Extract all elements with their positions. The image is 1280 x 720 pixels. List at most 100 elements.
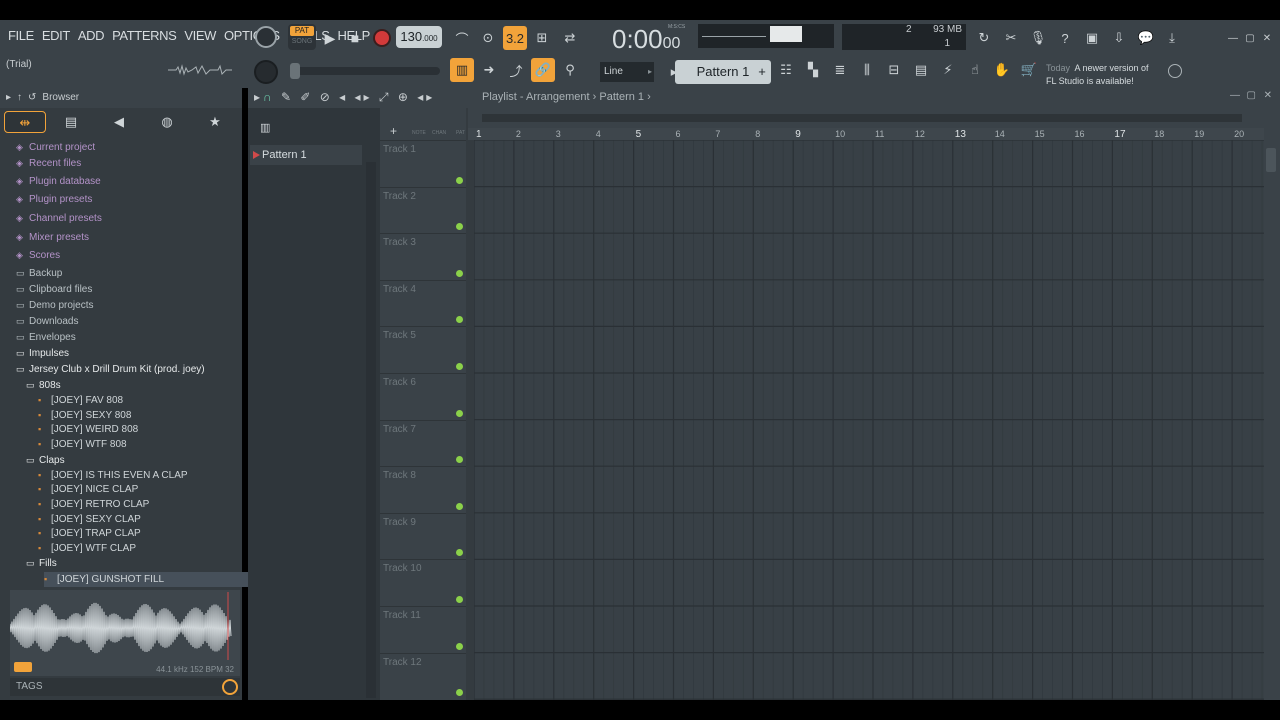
- sample-item[interactable]: ▪ [JOEY] NICE CLAP: [38, 482, 138, 497]
- time-ruler[interactable]: 1 2 3 4 5 6 7 8 9 10 11 12 13 14 15 16 17 18 19 20: [468, 128, 1264, 140]
- track-header[interactable]: Track 12: [380, 652, 466, 700]
- sample-item[interactable]: ▪ [JOEY] WEIRD 808: [38, 422, 138, 437]
- browser-folder[interactable]: ◈ Current project: [16, 140, 95, 155]
- search-icon[interactable]: [222, 679, 238, 695]
- browser-folder[interactable]: ▭ Fills: [26, 556, 57, 571]
- news-panel[interactable]: Today A newer version of FL Studio is av…: [1046, 58, 1166, 86]
- record-button[interactable]: [370, 26, 394, 50]
- tab-audio[interactable]: ◀: [98, 111, 140, 133]
- globe-icon[interactable]: [1168, 64, 1182, 78]
- track-header[interactable]: Track 4: [380, 279, 466, 327]
- sample-preview[interactable]: 44.1 kHz 152 BPM 32: [9, 590, 240, 676]
- blend-notes-button[interactable]: ⇄: [558, 26, 582, 50]
- track-header[interactable]: Track 8: [380, 466, 466, 513]
- browser-folder[interactable]: ▭ Envelopes: [16, 330, 76, 345]
- project-button[interactable]: ▤: [909, 58, 933, 82]
- track-header[interactable]: Track 9: [380, 512, 466, 560]
- tab-all[interactable]: ⇹: [4, 111, 46, 133]
- snap-selector[interactable]: Line ▸: [600, 62, 654, 82]
- browser-folder[interactable]: ▭ 808s: [26, 378, 61, 393]
- track-mute-led[interactable]: [456, 689, 463, 697]
- browser-folder[interactable]: ▭ Demo projects: [16, 298, 93, 313]
- track-mute-led[interactable]: [456, 595, 463, 603]
- track-header[interactable]: Track 7: [380, 419, 466, 467]
- browser-folder[interactable]: ◈ Recent files: [16, 156, 81, 171]
- playlist-window-button[interactable]: ☷: [774, 58, 798, 82]
- sample-item[interactable]: ▪ [JOEY] TRAP CLAP: [38, 526, 141, 541]
- pattern-list-scrollbar[interactable]: [366, 162, 376, 698]
- sample-item[interactable]: ▪ [JOEY] RETRO CLAP: [38, 497, 149, 512]
- track-header[interactable]: Track 10: [380, 559, 466, 606]
- track-header[interactable]: Track 3: [380, 233, 466, 280]
- help-button[interactable]: ?: [1053, 26, 1077, 50]
- tempo-display[interactable]: 130.000: [396, 26, 442, 48]
- draw-tool-button[interactable]: ⤴: [504, 58, 528, 82]
- collapse-icon[interactable]: ▸: [6, 92, 11, 103]
- scroll-track[interactable]: [482, 114, 1242, 122]
- browser-folder[interactable]: ◈ Plugin database: [16, 174, 101, 189]
- browser-folder[interactable]: ◈ Plugin presets: [16, 192, 92, 207]
- tutorial-button[interactable]: ✋: [990, 58, 1014, 82]
- piano-roll-window-button[interactable]: ▚: [801, 58, 825, 82]
- plugin-picker-button[interactable]: ⚡: [936, 58, 960, 82]
- menu-file[interactable]: FILE: [4, 28, 38, 43]
- main-volume-knob[interactable]: [254, 60, 278, 84]
- pat-song-toggle[interactable]: PAT SONG: [288, 24, 316, 50]
- track-mute-led[interactable]: [456, 176, 463, 184]
- step-edit-button[interactable]: ⊞: [530, 26, 554, 50]
- track-header[interactable]: Track 6: [380, 373, 466, 420]
- maximize-button[interactable]: ▢: [1243, 32, 1257, 46]
- sample-item[interactable]: ▪ [JOEY] WTF 808: [38, 437, 127, 452]
- track-mute-led[interactable]: [456, 269, 463, 277]
- playlist-close[interactable]: ✕: [1264, 90, 1272, 101]
- loop-toggle[interactable]: [14, 662, 32, 672]
- menu-patterns[interactable]: PATTERNS: [108, 28, 180, 43]
- sample-item[interactable]: ▪ [JOEY] SEXY 808: [38, 408, 131, 423]
- horizontal-scrollbar[interactable]: [468, 108, 1264, 128]
- playlist-grid[interactable]: [474, 140, 1264, 700]
- browser-folder[interactable]: ▭ Clipboard files: [16, 282, 92, 297]
- chat-button[interactable]: 💬: [1134, 26, 1158, 50]
- browser-folder[interactable]: ◈ Mixer presets: [16, 230, 89, 245]
- minimize-button[interactable]: —: [1226, 32, 1240, 46]
- save-button[interactable]: ▣: [1080, 26, 1104, 50]
- track-mute-led[interactable]: [456, 456, 463, 464]
- track-mute-led[interactable]: [456, 409, 463, 417]
- back-icon[interactable]: ↺: [28, 92, 36, 103]
- track-header[interactable]: Track 11: [380, 606, 466, 653]
- track-mute-led[interactable]: [456, 316, 463, 324]
- vertical-scroll-thumb[interactable]: [1266, 148, 1276, 172]
- track-header[interactable]: Track 5: [380, 326, 466, 373]
- sample-item[interactable]: ▪ [JOEY] FAV 808: [38, 393, 123, 408]
- browser-folder[interactable]: ▭ Impulses: [16, 346, 69, 361]
- shop-button[interactable]: 🛒: [1017, 58, 1041, 82]
- slider-handle[interactable]: [290, 63, 300, 79]
- browser-folder[interactable]: ▭ Jersey Club x Drill Drum Kit (prod. joe…: [16, 362, 205, 377]
- add-track-icon[interactable]: +: [390, 124, 397, 138]
- track-header[interactable]: Track 2: [380, 186, 466, 234]
- track-mute-led[interactable]: [456, 502, 463, 510]
- pattern-item[interactable]: Pattern 1: [250, 145, 362, 165]
- track-mute-led[interactable]: [456, 223, 463, 231]
- sample-item[interactable]: ▪ [JOEY] GUNSHOT FILL: [44, 572, 274, 587]
- wait-for-input-button[interactable]: ⊙: [476, 26, 500, 50]
- tags-bar[interactable]: TAGS: [10, 678, 240, 696]
- playlist-maximize[interactable]: ▢: [1247, 90, 1256, 101]
- browser-folder[interactable]: ▭ Downloads: [16, 314, 78, 329]
- track-header[interactable]: Track 1: [380, 140, 466, 187]
- browser-folder[interactable]: ◈ Channel presets: [16, 211, 102, 226]
- touch-controller-button[interactable]: ☝: [963, 58, 987, 82]
- mixer-button[interactable]: ⫼: [855, 58, 879, 82]
- close-button[interactable]: ✕: [1260, 32, 1274, 46]
- vertical-scrollbar[interactable]: [1264, 108, 1280, 700]
- stamp-button[interactable]: ⚲: [558, 58, 582, 82]
- link-button[interactable]: 🔗: [531, 58, 555, 82]
- browser-button[interactable]: ⊟: [882, 58, 906, 82]
- up-arrow-icon[interactable]: ↑: [17, 92, 22, 103]
- menu-view[interactable]: VIEW: [180, 28, 220, 43]
- download-button[interactable]: ⤓: [1160, 26, 1184, 50]
- sample-item[interactable]: ▪ [JOEY] WTF CLAP: [38, 541, 136, 556]
- next-button[interactable]: ➜: [477, 58, 501, 82]
- master-pitch-knob[interactable]: [255, 26, 277, 48]
- tab-plugins[interactable]: ◍: [146, 111, 188, 133]
